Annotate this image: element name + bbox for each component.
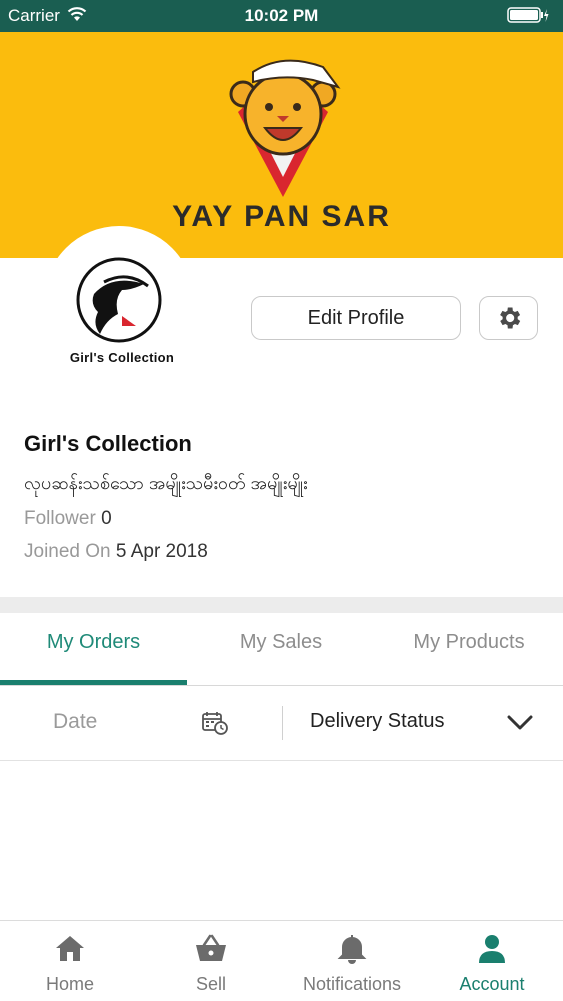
shop-name: Girl's Collection <box>24 431 192 456</box>
date-filter-label[interactable]: Date <box>53 710 97 734</box>
tab-sell-label: Sell <box>195 974 226 994</box>
filter-bar: Date Delivery Status <box>0 686 563 761</box>
orders-tabs: My Orders My Sales My Products <box>0 613 563 686</box>
battery-icon <box>507 7 549 23</box>
delivery-status-dropdown[interactable]: Delivery Status <box>310 710 445 733</box>
filter-divider <box>282 706 283 740</box>
status-bar: Carrier 10:02 PM <box>0 0 563 32</box>
section-divider <box>0 597 563 613</box>
bottom-tab-bar: Home Sell Notifications Account <box>0 920 563 1001</box>
tab-home[interactable]: Home <box>0 921 140 1001</box>
tab-sell[interactable]: Sell <box>141 921 281 1001</box>
brand-wordmark: YAY PAN SAR <box>172 200 391 233</box>
lion-mascot-logo <box>229 59 341 197</box>
avatar-caption: Girl's Collection <box>69 350 175 365</box>
edit-profile-button[interactable]: Edit Profile <box>251 296 461 340</box>
bell-icon <box>337 935 367 964</box>
joined-stat: Joined On 5 Apr 2018 <box>24 541 208 563</box>
joined-date: 5 Apr 2018 <box>115 541 208 562</box>
gear-icon <box>499 307 520 329</box>
calendar-clock-icon[interactable] <box>201 710 229 736</box>
shop-logo <box>76 257 162 343</box>
tab-account-label: Account <box>459 974 525 994</box>
joined-label: Joined On <box>24 541 111 562</box>
clock: 10:02 PM <box>244 6 319 25</box>
shop-avatar[interactable]: Girl's Collection <box>52 254 192 374</box>
edit-profile-label: Edit Profile <box>307 306 405 329</box>
active-tab-indicator <box>0 680 187 685</box>
chevron-down-icon[interactable] <box>506 714 534 732</box>
cover-banner: YAY PAN SAR <box>0 32 563 258</box>
basket-icon <box>196 934 226 961</box>
follower-count: 0 <box>101 508 112 529</box>
tab-notifications[interactable]: Notifications <box>282 921 422 1001</box>
shop-description: လုပဆန်းသစ်သော အမျိုးသမီးဝတ် အမျိုးမျိုး <box>24 473 308 493</box>
tab-notifications-label: Notifications <box>302 974 402 994</box>
home-icon <box>56 936 84 961</box>
user-icon <box>479 935 505 963</box>
tab-account[interactable]: Account <box>422 921 562 1001</box>
settings-button[interactable] <box>479 296 538 340</box>
tab-my-products[interactable]: My Products <box>375 631 563 654</box>
tab-my-orders[interactable]: My Orders <box>0 631 187 654</box>
follower-stat: Follower 0 <box>24 508 112 530</box>
tab-my-sales[interactable]: My Sales <box>187 631 375 654</box>
follower-label: Follower <box>24 508 96 529</box>
tab-home-label: Home <box>45 974 94 994</box>
